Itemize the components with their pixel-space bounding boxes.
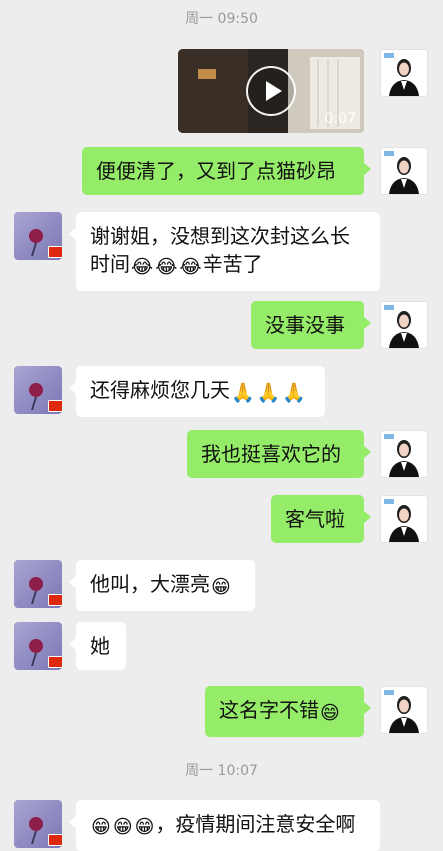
- flag-icon: [48, 594, 62, 606]
- laugh-tears-emoji-icon: 😂: [131, 256, 154, 278]
- my-avatar[interactable]: [380, 147, 428, 195]
- sent-message[interactable]: 我也挺喜欢它的: [187, 430, 371, 478]
- my-avatar[interactable]: [380, 430, 428, 478]
- received-message[interactable]: 她: [69, 622, 126, 670]
- smile-emoji-icon: 😄: [320, 702, 340, 724]
- message-text: 这名字不错: [219, 698, 319, 722]
- my-avatar[interactable]: [380, 686, 428, 734]
- message-text: 还得麻烦您几天: [90, 378, 230, 402]
- contact-avatar[interactable]: [14, 366, 62, 414]
- laugh-tears-emoji-icon: 😂: [179, 256, 202, 278]
- sent-message[interactable]: 这名字不错😄: [205, 686, 371, 737]
- flag-icon: [48, 656, 62, 668]
- laugh-tears-emoji-icon: 😂: [155, 256, 178, 278]
- play-icon: [266, 81, 282, 101]
- pray-emoji-icon: 🙏: [231, 382, 255, 404]
- message-text: 时间: [90, 252, 130, 276]
- grin-emoji-icon: 😁: [112, 816, 133, 838]
- grin-emoji-icon: 😁: [134, 816, 155, 838]
- video-message[interactable]: 0:07: [178, 49, 364, 133]
- received-message[interactable]: 谢谢姐，没想到这次封这么长 时间😂 😂 😂辛苦了: [69, 212, 380, 291]
- my-avatar[interactable]: [380, 49, 428, 97]
- person-avatar-icon: [381, 50, 427, 96]
- sent-message[interactable]: 客气啦: [271, 495, 371, 543]
- received-message[interactable]: 他叫，大漂亮😁: [69, 560, 255, 611]
- message-text: 谢谢姐，没想到这次封这么长: [90, 224, 350, 248]
- flag-icon: [48, 400, 62, 412]
- timestamp: 周一 10:07: [185, 763, 258, 779]
- contact-avatar[interactable]: [14, 560, 62, 608]
- pray-emoji-icon: 🙏: [256, 382, 281, 404]
- message-text: 辛苦了: [202, 252, 263, 276]
- sent-message[interactable]: 便便清了，又到了点猫砂昂: [82, 147, 371, 195]
- contact-avatar[interactable]: [14, 622, 62, 670]
- play-button[interactable]: [246, 66, 296, 116]
- grin-emoji-icon: 😁: [91, 816, 111, 838]
- received-message[interactable]: 还得麻烦您几天🙏 🙏 🙏: [69, 366, 325, 417]
- received-message[interactable]: 😁 😁 😁，疫情期间注意安全啊: [69, 800, 380, 851]
- message-text: 他叫，大漂亮: [90, 572, 210, 596]
- my-avatar[interactable]: [380, 495, 428, 543]
- person-avatar-icon: [381, 302, 427, 348]
- timestamp: 周一 09:50: [185, 11, 258, 27]
- flag-icon: [48, 834, 62, 846]
- person-avatar-icon: [381, 431, 427, 477]
- contact-avatar[interactable]: [14, 800, 62, 848]
- video-duration: 0:07: [324, 111, 356, 127]
- my-avatar[interactable]: [380, 301, 428, 349]
- person-avatar-icon: [381, 148, 427, 194]
- person-avatar-icon: [381, 687, 427, 733]
- flag-icon: [48, 246, 62, 258]
- person-avatar-icon: [381, 496, 427, 542]
- grin-emoji-icon: 😁: [211, 576, 231, 598]
- sent-message[interactable]: 没事没事: [251, 301, 371, 349]
- pray-emoji-icon: 🙏: [282, 382, 307, 404]
- contact-avatar[interactable]: [14, 212, 62, 260]
- message-text: ，疫情期间注意安全啊: [155, 812, 356, 836]
